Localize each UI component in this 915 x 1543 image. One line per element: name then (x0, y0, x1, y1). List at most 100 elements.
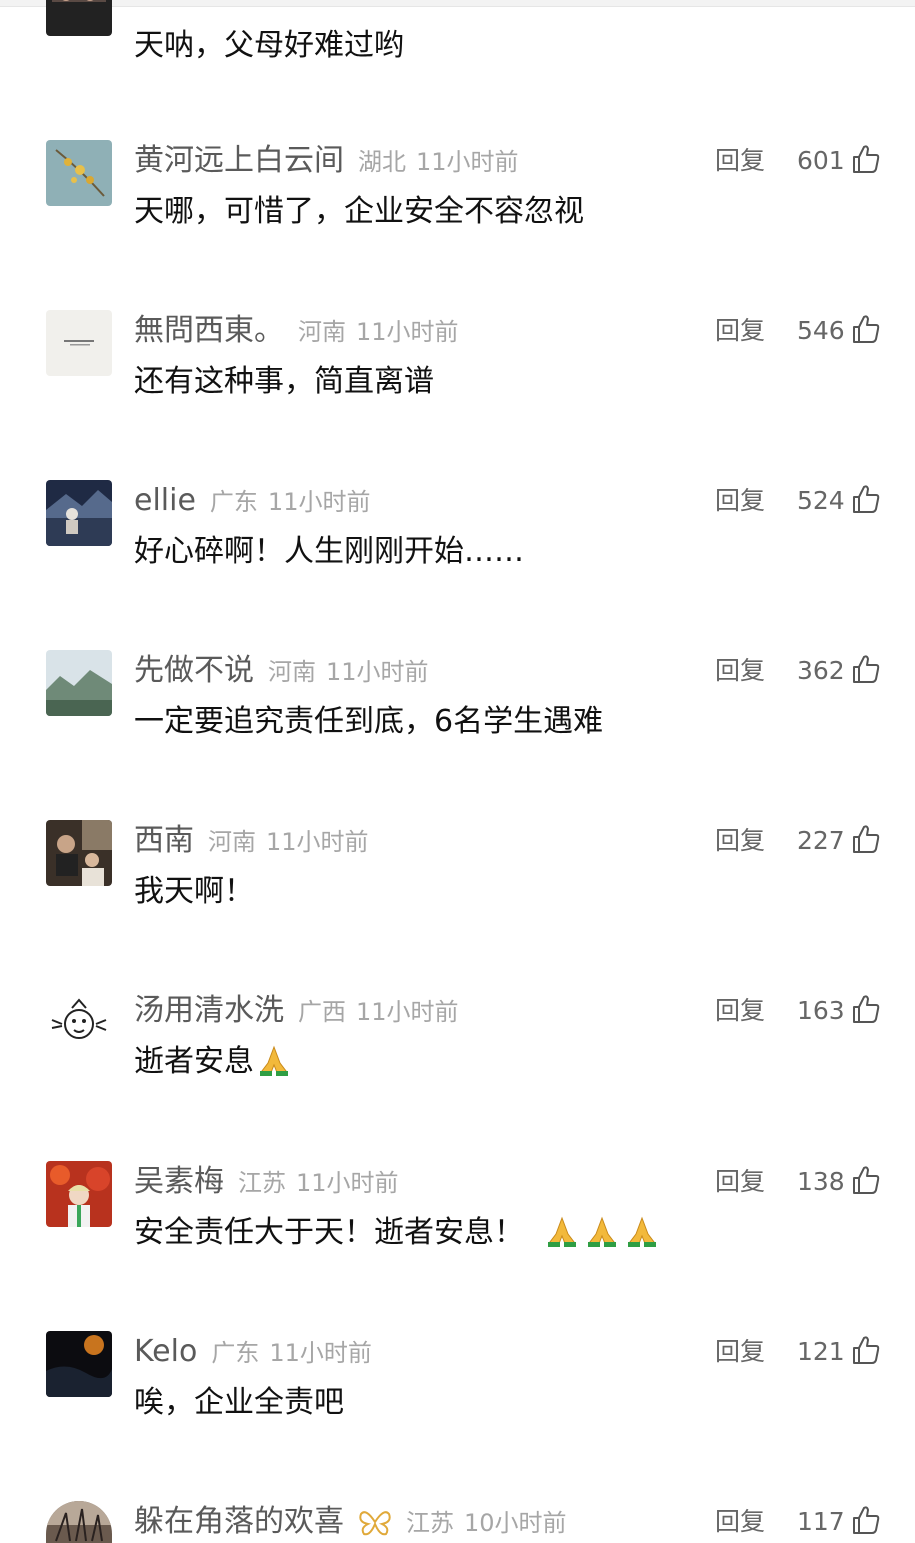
comment-meta: 躲在角落的欢喜 江苏 10小时前 (134, 1501, 567, 1543)
username[interactable]: 無問西東。 (134, 310, 284, 352)
comment-text-value: 安全责任大于天！逝者安息！ (134, 1215, 524, 1250)
comment-item: 黄河远上白云间 湖北 11小时前 回复 601 天哪，可惜了，企业安全不容忽视 (0, 140, 915, 310)
username[interactable]: 西南 (134, 820, 194, 862)
comment-text: 天哪，可惜了，企业安全不容忽视 (134, 194, 584, 229)
timestamp: 11小时前 (269, 1339, 372, 1367)
comment-item: 西南 河南 11小时前 回复 227 我天啊！ (0, 820, 915, 990)
reply-button[interactable]: 回复 (715, 484, 765, 518)
timestamp: 11小时前 (356, 318, 459, 346)
avatar[interactable] (46, 140, 112, 206)
thumbs-up-icon[interactable] (852, 654, 880, 684)
butterfly-badge-icon (359, 1511, 391, 1536)
thumbs-up-icon[interactable] (852, 314, 880, 344)
username[interactable]: Kelo (134, 1331, 197, 1373)
like-count: 121 (797, 1337, 845, 1366)
folded-hands-emoji-icon (260, 1045, 288, 1076)
thumbs-up-icon[interactable] (852, 824, 880, 854)
comment-item: 天呐，父母好难过哟 (0, 0, 915, 140)
comment-text: 安全责任大于天！逝者安息！ (134, 1213, 660, 1253)
comment-text-value: 逝者安息 (134, 1044, 254, 1079)
avatar[interactable] (46, 650, 112, 716)
username[interactable]: 吴素梅 (134, 1161, 224, 1203)
region: 河南 (208, 828, 256, 856)
region: 广东 (211, 1339, 260, 1367)
reply-button[interactable]: 回复 (715, 654, 765, 688)
comment-item: 汤用清水洗 广西 11小时前 回复 163 逝者安息 (0, 990, 915, 1160)
like-count: 163 (797, 996, 845, 1025)
timestamp: 10小时前 (464, 1509, 567, 1537)
comment-text: 逝者安息 (134, 1042, 292, 1082)
comment-meta: ellie 广东 11小时前 (134, 480, 370, 522)
timestamp: 11小时前 (356, 998, 459, 1026)
reply-button[interactable]: 回复 (715, 1505, 765, 1539)
reply-button[interactable]: 回复 (715, 1165, 765, 1199)
like-count: 362 (797, 656, 845, 685)
avatar[interactable] (46, 1161, 112, 1227)
timestamp: 11小时前 (266, 828, 369, 856)
like-count: 138 (797, 1167, 845, 1196)
region: 广西 (298, 998, 346, 1026)
thumbs-up-icon[interactable] (852, 1335, 880, 1365)
like-count: 117 (797, 1507, 845, 1536)
avatar[interactable] (46, 310, 112, 376)
comment-text: 唉，企业全责吧 (134, 1385, 344, 1420)
comment-text: 一定要追究责任到底，6名学生遇难 (134, 704, 604, 739)
reply-button[interactable]: 回复 (715, 994, 765, 1028)
region: 江苏 (238, 1169, 286, 1197)
folded-hands-emoji-icon (628, 1216, 656, 1247)
avatar[interactable] (46, 480, 112, 546)
like-count: 546 (797, 316, 845, 345)
folded-hands-emoji-icon (548, 1216, 576, 1247)
avatar[interactable] (46, 820, 112, 886)
timestamp: 11小时前 (416, 148, 519, 176)
avatar[interactable] (46, 1501, 112, 1543)
comment-text: 我天啊！ (134, 874, 254, 909)
comment-item: ellie 广东 11小时前 回复 524 好心碎啊！人生刚刚开始…… (0, 480, 915, 650)
region: 河南 (298, 318, 346, 346)
thumbs-up-icon[interactable] (852, 144, 880, 174)
comment-item: Kelo 广东 11小时前 回复 121 唉，企业全责吧 (0, 1331, 915, 1501)
comment-meta: 吴素梅 江苏 11小时前 (134, 1161, 399, 1203)
comment-text: 天呐，父母好难过哟 (134, 28, 404, 63)
comment-meta: 汤用清水洗 广西 11小时前 (134, 990, 459, 1032)
reply-button[interactable]: 回复 (715, 144, 765, 178)
thumbs-up-icon[interactable] (852, 484, 880, 514)
timestamp: 11小时前 (267, 488, 371, 516)
like-count: 601 (797, 146, 845, 175)
region: 广东 (209, 488, 258, 516)
region: 河南 (268, 658, 316, 686)
like-count: 524 (797, 486, 845, 515)
avatar[interactable] (46, 0, 112, 36)
username[interactable]: 黄河远上白云间 (134, 140, 344, 182)
comment-text: 好心碎啊！人生刚刚开始…… (134, 534, 524, 569)
reply-button[interactable]: 回复 (715, 1335, 765, 1369)
comment-item: 無問西東。 河南 11小时前 回复 546 还有这种事，简直离谱 (0, 310, 915, 480)
timestamp: 11小时前 (296, 1169, 399, 1197)
thumbs-up-icon[interactable] (852, 1165, 880, 1195)
comment-text: 还有这种事，简直离谱 (134, 364, 434, 399)
region: 江苏 (406, 1509, 454, 1537)
comment-meta: 無問西東。 河南 11小时前 (134, 310, 459, 352)
comment-meta: Kelo 广东 11小时前 (134, 1331, 372, 1373)
comment-item: 吴素梅 江苏 11小时前 回复 138 安全责任大于天！逝者安息！ (0, 1161, 915, 1331)
pray-emoji-group (540, 1213, 660, 1253)
reply-button[interactable]: 回复 (715, 314, 765, 348)
comment-meta: 西南 河南 11小时前 (134, 820, 369, 862)
thumbs-up-icon[interactable] (852, 1505, 880, 1535)
thumbs-up-icon[interactable] (852, 994, 880, 1024)
comment-meta: 黄河远上白云间 湖北 11小时前 (134, 140, 519, 182)
username[interactable]: ellie (134, 480, 196, 522)
region: 湖北 (358, 148, 406, 176)
username[interactable]: 汤用清水洗 (134, 990, 284, 1032)
username[interactable]: 先做不说 (134, 650, 254, 692)
comment-item: 躲在角落的欢喜 江苏 10小时前 回复 117 (0, 1501, 915, 1543)
folded-hands-emoji-icon (588, 1216, 616, 1247)
reply-button[interactable]: 回复 (715, 824, 765, 858)
comment-meta: 先做不说 河南 11小时前 (134, 650, 429, 692)
avatar[interactable] (46, 990, 112, 1056)
avatar[interactable] (46, 1331, 112, 1397)
like-count: 227 (797, 826, 845, 855)
comment-item: 先做不说 河南 11小时前 回复 362 一定要追究责任到底，6名学生遇难 (0, 650, 915, 820)
username[interactable]: 躲在角落的欢喜 (134, 1501, 344, 1543)
timestamp: 11小时前 (326, 658, 429, 686)
